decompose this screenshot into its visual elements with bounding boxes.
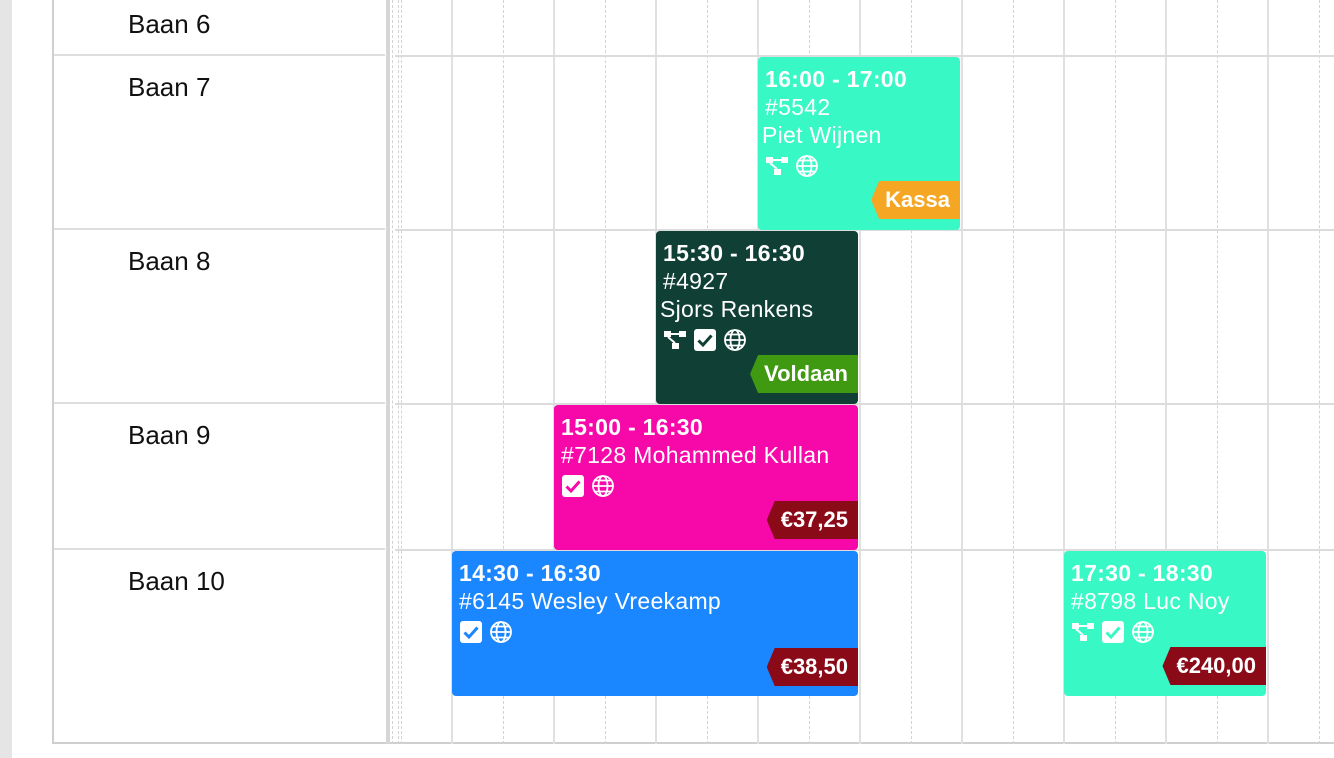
row-label-baan-9: Baan 9 — [54, 404, 385, 550]
check-icon — [1102, 621, 1124, 643]
booking-icons — [765, 153, 960, 179]
flow-icon — [766, 157, 788, 175]
booking-status-tag: Voldaan — [750, 355, 858, 393]
booking-id: #5542 — [765, 94, 831, 120]
booking-icons — [459, 619, 858, 645]
grid-line — [961, 0, 963, 744]
column-separator — [386, 0, 390, 744]
booking-time: 16:00 - 17:00 — [765, 66, 907, 92]
booking-block[interactable]: 16:00 - 17:00 #5542 Piet Wijnen Kassa — [758, 57, 960, 230]
globe-icon — [592, 475, 614, 497]
globe-icon — [1132, 621, 1154, 643]
row-line — [395, 403, 1334, 405]
booking-price-tag: €37,25 — [766, 501, 858, 539]
row-label-text: Baan 9 — [128, 420, 211, 450]
grid-line — [398, 0, 399, 744]
grid-line — [1319, 0, 1320, 744]
grid-line — [1013, 0, 1014, 744]
booking-name: Piet Wijnen — [762, 122, 882, 148]
grid-line — [401, 0, 402, 744]
check-icon — [562, 475, 584, 497]
booking-time: 17:30 - 18:30 — [1071, 560, 1213, 586]
check-icon — [460, 621, 482, 643]
row-label-baan-10: Baan 10 — [54, 550, 385, 744]
row-label-baan-7: Baan 7 — [54, 56, 385, 230]
globe-icon — [724, 329, 746, 351]
booking-block[interactable]: 15:00 - 16:30 #7128 Mohammed Kullan €37,… — [554, 405, 858, 550]
booking-status-tag: Kassa — [871, 181, 960, 219]
check-icon — [694, 329, 716, 351]
booking-block[interactable]: 17:30 - 18:30 #8798 Luc Noy €240,00 — [1064, 551, 1266, 696]
booking-icons — [663, 327, 858, 353]
flow-icon — [1072, 623, 1094, 641]
globe-icon — [490, 621, 512, 643]
booking-time: 15:30 - 16:30 — [663, 240, 805, 266]
grid-line — [1267, 0, 1269, 744]
booking-id-name: #6145 Wesley Vreekamp — [459, 588, 721, 614]
booking-id: #4927 — [663, 268, 729, 294]
booking-id-name: #8798 Luc Noy — [1071, 588, 1230, 614]
globe-icon — [796, 155, 818, 177]
left-strip — [0, 0, 12, 758]
booking-icons — [561, 473, 858, 499]
booking-time: 14:30 - 16:30 — [459, 560, 601, 586]
booking-block[interactable]: 15:30 - 16:30 #4927 Sjors Renkens Voldaa… — [656, 231, 858, 404]
row-label-text: Baan 8 — [128, 246, 211, 276]
booking-id-name: #7128 Mohammed Kullan — [561, 442, 830, 468]
row-label-baan-8: Baan 8 — [54, 230, 385, 404]
booking-price-tag: €38,50 — [766, 648, 858, 686]
booking-block[interactable]: 14:30 - 16:30 #6145 Wesley Vreekamp €38,… — [452, 551, 858, 696]
row-label-text: Baan 7 — [128, 72, 211, 102]
booking-time: 15:00 - 16:30 — [561, 414, 703, 440]
flow-icon — [664, 331, 686, 349]
row-label-text: Baan 6 — [128, 9, 211, 39]
row-label-text: Baan 10 — [128, 566, 225, 596]
booking-price-tag: €240,00 — [1162, 647, 1266, 685]
booking-name: Sjors Renkens — [660, 296, 814, 322]
grid-line — [392, 0, 393, 744]
booking-icons — [1071, 619, 1266, 645]
row-label-baan-6: Baan 6 — [54, 0, 385, 56]
